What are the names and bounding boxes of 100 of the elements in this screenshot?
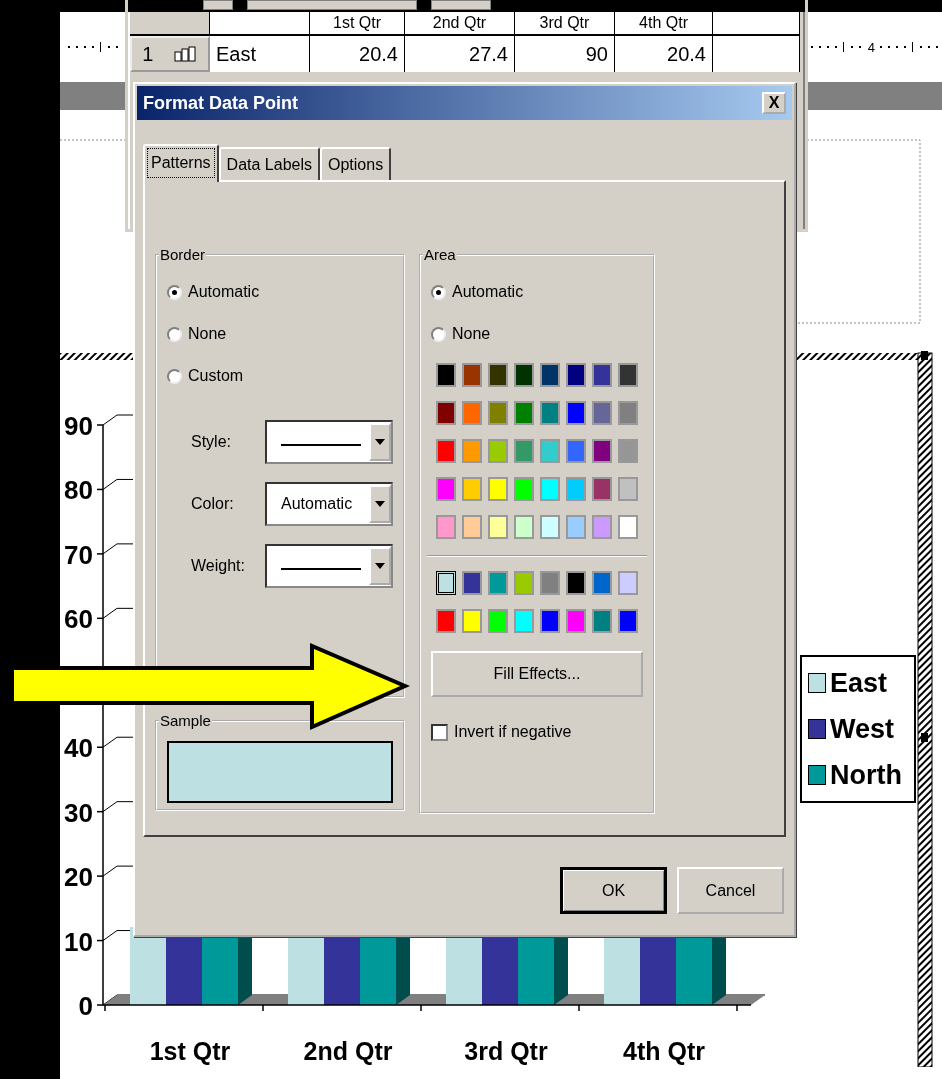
color-swatch[interactable] [436, 439, 456, 463]
color-swatch[interactable] [488, 515, 508, 539]
color-swatch[interactable] [540, 609, 560, 633]
color-swatch[interactable] [436, 515, 456, 539]
radio-button[interactable] [167, 284, 182, 300]
color-swatch[interactable] [566, 401, 586, 425]
color-swatch[interactable] [462, 609, 482, 633]
color-swatch[interactable] [592, 477, 612, 501]
tab[interactable]: Options [320, 147, 392, 180]
color-swatch[interactable] [540, 439, 560, 463]
color-swatch[interactable] [592, 363, 612, 387]
caret-icon [375, 563, 385, 569]
checkbox-label: Invert if negative [454, 723, 572, 741]
color-swatch[interactable] [436, 401, 456, 425]
toolbar-control[interactable] [203, 0, 233, 10]
color-swatch[interactable] [618, 401, 638, 425]
tab[interactable]: Data Labels [218, 147, 320, 180]
color-swatch[interactable] [514, 515, 534, 539]
table-cell: 20.4 [615, 36, 713, 72]
color-swatch[interactable] [436, 477, 456, 501]
dropdown-value: Automatic [280, 495, 354, 513]
color-swatch[interactable] [618, 609, 638, 633]
y-tick-label: 60 [64, 604, 93, 635]
color-swatch[interactable] [514, 477, 534, 501]
color-swatch[interactable] [488, 363, 508, 387]
color-swatch[interactable] [566, 515, 586, 539]
color-swatch[interactable] [618, 439, 638, 463]
ruler-number: 4 [867, 39, 875, 55]
cancel-button[interactable]: Cancel [677, 867, 784, 914]
dropdown[interactable]: Automatic [265, 482, 393, 526]
category-label: 3rd Qtr [464, 1037, 548, 1065]
color-swatch[interactable] [540, 477, 560, 501]
toolbar-control[interactable] [431, 0, 491, 10]
color-swatch[interactable] [592, 439, 612, 463]
radio-button[interactable] [167, 326, 182, 342]
radio-button[interactable] [431, 284, 446, 300]
dropdown[interactable] [265, 544, 393, 588]
table-cell: 27.4 [405, 36, 515, 72]
color-swatch[interactable] [540, 401, 560, 425]
color-swatch[interactable] [514, 401, 534, 425]
color-swatch[interactable] [514, 609, 534, 633]
color-swatch[interactable] [462, 571, 482, 595]
color-swatch[interactable] [618, 571, 638, 595]
radio-button[interactable] [167, 368, 182, 384]
color-swatch[interactable] [592, 515, 612, 539]
color-swatch[interactable] [462, 363, 482, 387]
color-swatch[interactable] [566, 477, 586, 501]
category-label: 4th Qtr [623, 1037, 705, 1065]
tab[interactable]: Patterns [143, 144, 219, 182]
fill-effects-button[interactable]: Fill Effects... [431, 651, 643, 697]
y-tick-label: 30 [64, 797, 93, 828]
color-swatch[interactable] [462, 477, 482, 501]
color-swatch[interactable] [618, 477, 638, 501]
color-swatch[interactable] [436, 571, 456, 595]
line-style-icon [281, 443, 361, 447]
row-header[interactable]: 1 [130, 36, 210, 72]
y-tick-label: 80 [64, 475, 93, 506]
color-swatch[interactable] [592, 609, 612, 633]
color-swatch[interactable] [462, 401, 482, 425]
color-swatch[interactable] [488, 477, 508, 501]
dropdown[interactable] [265, 420, 393, 464]
color-swatch[interactable] [488, 401, 508, 425]
color-swatch[interactable] [566, 609, 586, 633]
color-swatch[interactable] [488, 439, 508, 463]
color-swatch[interactable] [436, 363, 456, 387]
color-swatch[interactable] [592, 401, 612, 425]
y-tick-label: 10 [64, 926, 93, 957]
color-swatch[interactable] [618, 515, 638, 539]
color-swatch[interactable] [566, 363, 586, 387]
color-swatch[interactable] [618, 363, 638, 387]
color-swatch[interactable] [462, 515, 482, 539]
color-swatch[interactable] [540, 515, 560, 539]
toolbar-control[interactable] [247, 0, 417, 10]
radio-button[interactable] [431, 326, 446, 342]
color-swatch[interactable] [592, 571, 612, 595]
color-swatch[interactable] [566, 439, 586, 463]
group-title: Sample [159, 712, 212, 729]
dropdown-arrow-button[interactable] [369, 423, 391, 461]
y-tick-label: 90 [64, 411, 93, 441]
legend-label: West [830, 713, 895, 746]
color-swatch[interactable] [514, 571, 534, 595]
color-swatch[interactable] [462, 439, 482, 463]
color-swatch[interactable] [488, 571, 508, 595]
radio-label: None [452, 325, 491, 343]
color-swatch[interactable] [514, 363, 534, 387]
column-header: 1st Qtr [310, 12, 405, 36]
radio-label: None [188, 325, 227, 343]
color-swatch[interactable] [514, 439, 534, 463]
color-swatch[interactable] [566, 571, 586, 595]
checkbox[interactable] [431, 723, 448, 741]
y-tick-label: 0 [78, 991, 93, 1021]
close-button[interactable]: X [762, 92, 786, 114]
color-swatch[interactable] [488, 609, 508, 633]
dropdown-arrow-button[interactable] [369, 547, 391, 585]
dropdown-arrow-button[interactable] [369, 485, 391, 523]
color-swatch[interactable] [540, 571, 560, 595]
color-swatch[interactable] [436, 609, 456, 633]
ok-button[interactable]: OK [560, 867, 667, 914]
legend-label: North [830, 759, 902, 792]
color-swatch[interactable] [540, 363, 560, 387]
